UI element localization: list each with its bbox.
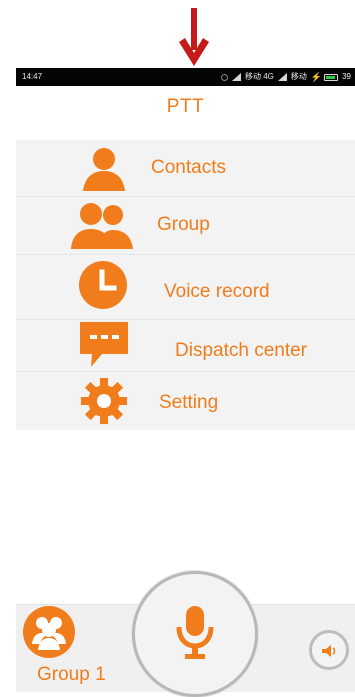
alarm-icon <box>220 73 228 81</box>
battery-icon <box>324 73 339 81</box>
menu-label-setting: Setting <box>159 392 219 413</box>
group-avatar-icon <box>32 617 66 650</box>
speaker-button[interactable] <box>309 630 349 670</box>
menu-item-contacts[interactable]: Contacts <box>16 140 355 197</box>
gear-icon <box>81 378 127 424</box>
network-label-1: 移动 4G <box>244 72 274 81</box>
battery-level: 39 <box>342 72 351 81</box>
group-badge[interactable] <box>23 606 75 658</box>
annotation-arrow-icon <box>179 8 209 66</box>
speaker-icon <box>322 645 336 657</box>
menu-label-group: Group <box>157 214 210 235</box>
main-menu: Contacts Group Voice record Dispatch cen… <box>16 140 355 430</box>
network-label-2: 移动 <box>290 72 307 81</box>
menu-item-group[interactable]: Group <box>16 197 355 255</box>
page-title: PTT <box>166 96 205 117</box>
menu-item-dispatch-center[interactable]: Dispatch center <box>16 320 355 372</box>
menu-label-dispatch-center: Dispatch center <box>175 340 308 361</box>
person-icon <box>83 148 125 191</box>
group-icon <box>71 203 133 249</box>
menu-label-contacts: Contacts <box>151 157 226 178</box>
battery-fill <box>326 75 336 79</box>
status-time: 14:47 <box>22 72 43 81</box>
clock-icon <box>79 261 127 309</box>
charging-icon: ⚡ <box>310 72 323 82</box>
signal-icon <box>231 73 241 81</box>
signal-icon-2 <box>277 73 287 81</box>
status-bar: 14:47 移动 4G 移动 ⚡ 39 <box>16 68 355 86</box>
status-right-group: 移动 4G 移动 ⚡ 39 <box>220 68 351 86</box>
menu-label-voice-record: Voice record <box>164 281 270 302</box>
current-group-label: Group 1 <box>37 664 106 685</box>
microphone-icon <box>176 606 214 659</box>
menu-item-voice-record[interactable]: Voice record <box>16 255 355 320</box>
chat-bubble-icon <box>80 322 128 367</box>
menu-item-setting[interactable]: Setting <box>16 372 355 430</box>
